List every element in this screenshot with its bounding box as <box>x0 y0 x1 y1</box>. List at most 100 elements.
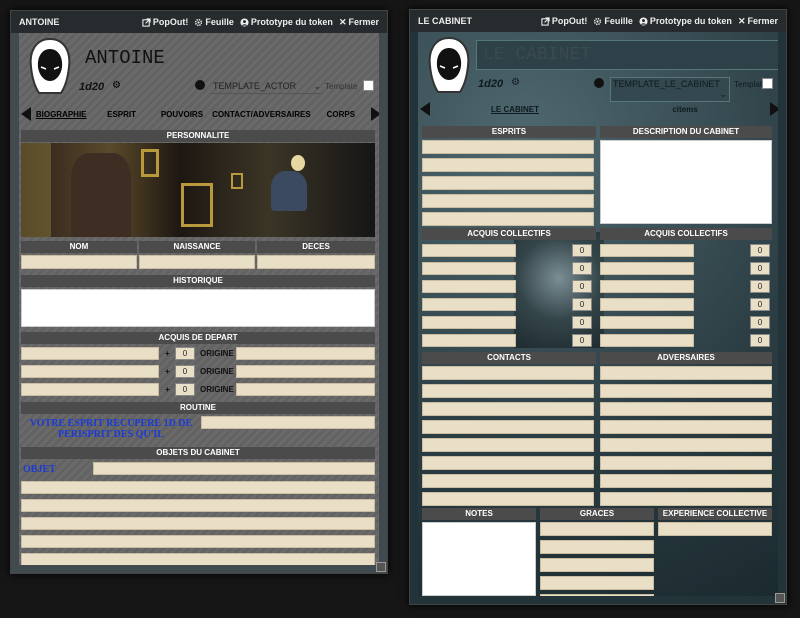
acquis-collectif-value[interactable]: 0 <box>572 262 592 275</box>
tab-biographie[interactable]: BIOGRAPHIE <box>31 110 91 119</box>
grace-field[interactable] <box>540 558 654 572</box>
tab-corps[interactable]: CORPS <box>311 110 371 119</box>
acquis-collectif-field[interactable] <box>600 262 694 275</box>
acquis-collectif-value[interactable]: 0 <box>572 298 592 311</box>
acquis-collectif-value[interactable]: 0 <box>572 334 592 347</box>
tab-right-arrow-icon[interactable] <box>770 102 778 116</box>
acquis-collectif-value[interactable]: 0 <box>750 334 770 347</box>
tab-esprit[interactable]: ESPRIT <box>91 110 151 119</box>
acquis-collectif-field[interactable] <box>422 280 516 293</box>
objet-field[interactable] <box>21 481 375 494</box>
acquis-value[interactable]: 0 <box>175 365 195 378</box>
acquis-field[interactable] <box>21 383 159 396</box>
contact-field[interactable] <box>422 384 594 398</box>
esprit-field[interactable] <box>422 158 594 172</box>
esprit-field[interactable] <box>422 212 594 226</box>
adversaire-field[interactable] <box>600 474 772 488</box>
experience-field[interactable] <box>658 522 772 536</box>
hooded-figure-avatar[interactable] <box>424 36 474 94</box>
esprit-field[interactable] <box>422 176 594 190</box>
contact-field[interactable] <box>422 456 594 470</box>
tab-citems[interactable]: citems <box>600 105 770 114</box>
contact-field[interactable] <box>422 420 594 434</box>
acquis-collectif-value[interactable]: 0 <box>572 280 592 293</box>
acquis-collectif-field[interactable] <box>600 298 694 311</box>
tab-le-cabinet[interactable]: LE CABINET <box>430 105 600 114</box>
acquis-collectif-field[interactable] <box>422 316 516 329</box>
tab-left-arrow-icon[interactable] <box>21 107 31 121</box>
popout-button[interactable]: PopOut! <box>541 16 587 26</box>
esprit-field[interactable] <box>422 140 594 154</box>
adversaire-field[interactable] <box>600 420 772 434</box>
token-button[interactable]: Prototype du token <box>240 17 333 27</box>
tab-pouvoirs[interactable]: POUVOIRS <box>152 110 212 119</box>
dice-formula[interactable]: 1d20 <box>478 78 503 90</box>
origine-field[interactable] <box>236 383 375 396</box>
acquis-collectif-value[interactable]: 0 <box>750 316 770 329</box>
acquis-field[interactable] <box>21 347 159 360</box>
resize-handle-icon[interactable] <box>775 593 785 603</box>
acquis-collectif-field[interactable] <box>600 316 694 329</box>
titlebar[interactable]: LE CABINET PopOut! Feuille Prototype du … <box>410 10 786 32</box>
dice-icon[interactable]: ⚙ <box>112 80 121 91</box>
adversaire-field[interactable] <box>600 384 772 398</box>
grace-field[interactable] <box>540 594 654 596</box>
acquis-collectif-field[interactable] <box>600 280 694 293</box>
template-select[interactable]: TEMPLATE_LE_CABINET ⌄ <box>610 77 730 102</box>
grace-field[interactable] <box>540 540 654 554</box>
adversaire-field[interactable] <box>600 402 772 416</box>
historique-textarea[interactable] <box>21 289 375 327</box>
acquis-collectif-value[interactable]: 0 <box>750 244 770 257</box>
acquis-collectif-field[interactable] <box>600 244 694 257</box>
description-textarea[interactable] <box>600 140 772 224</box>
objet-field[interactable] <box>21 499 375 512</box>
esprit-field[interactable] <box>422 194 594 208</box>
nom-field[interactable] <box>21 255 137 269</box>
deces-field[interactable] <box>257 255 375 269</box>
notes-textarea[interactable] <box>422 522 536 596</box>
close-button[interactable]: ✕ Fermer <box>339 17 379 28</box>
adversaire-field[interactable] <box>600 366 772 380</box>
hooded-figure-avatar[interactable] <box>25 37 75 95</box>
acquis-collectif-value[interactable]: 0 <box>750 262 770 275</box>
grace-field[interactable] <box>540 576 654 590</box>
acquis-collectif-field[interactable] <box>422 298 516 311</box>
contact-field[interactable] <box>422 438 594 452</box>
resize-handle-icon[interactable] <box>376 562 386 572</box>
objet-field[interactable] <box>21 517 375 530</box>
cabinet-name-input[interactable]: LE CABINET <box>476 40 778 70</box>
acquis-field[interactable] <box>21 365 159 378</box>
contact-field[interactable] <box>422 402 594 416</box>
adversaire-field[interactable] <box>600 456 772 470</box>
tab-contact-adversaires[interactable]: CONTACT/ADVERSAIRES <box>212 110 311 119</box>
dice-formula[interactable]: 1d20 <box>79 81 104 93</box>
sheet-button[interactable]: Feuille <box>194 17 234 27</box>
acquis-collectif-field[interactable] <box>422 334 516 347</box>
acquis-collectif-field[interactable] <box>422 262 516 275</box>
titlebar[interactable]: ANTOINE PopOut! Feuille Prototype du tok… <box>11 11 387 33</box>
adversaire-field[interactable] <box>600 492 772 506</box>
adversaire-field[interactable] <box>600 438 772 452</box>
tab-left-arrow-icon[interactable] <box>420 102 430 116</box>
token-button[interactable]: Prototype du token <box>639 16 732 26</box>
popout-button[interactable]: PopOut! <box>142 17 188 27</box>
objet-field[interactable] <box>21 553 375 565</box>
routine-field[interactable] <box>201 416 375 429</box>
acquis-collectif-value[interactable]: 0 <box>750 280 770 293</box>
origine-field[interactable] <box>236 365 375 378</box>
acquis-collectif-value[interactable]: 0 <box>750 298 770 311</box>
acquis-collectif-field[interactable] <box>600 334 694 347</box>
dice-icon[interactable]: ⚙ <box>511 77 520 88</box>
close-button[interactable]: ✕ Fermer <box>738 16 778 27</box>
template-select[interactable]: TEMPLATE_ACTOR ⌄ <box>211 80 323 94</box>
character-name[interactable]: ANTOINE <box>85 47 165 69</box>
objet-field[interactable] <box>21 535 375 548</box>
origine-field[interactable] <box>236 347 375 360</box>
download-icon[interactable] <box>594 78 604 88</box>
tab-right-arrow-icon[interactable] <box>371 107 379 121</box>
contact-field[interactable] <box>422 492 594 506</box>
contact-field[interactable] <box>422 474 594 488</box>
sheet-button[interactable]: Feuille <box>593 16 633 26</box>
grace-field[interactable] <box>540 522 654 536</box>
naissance-field[interactable] <box>139 255 255 269</box>
